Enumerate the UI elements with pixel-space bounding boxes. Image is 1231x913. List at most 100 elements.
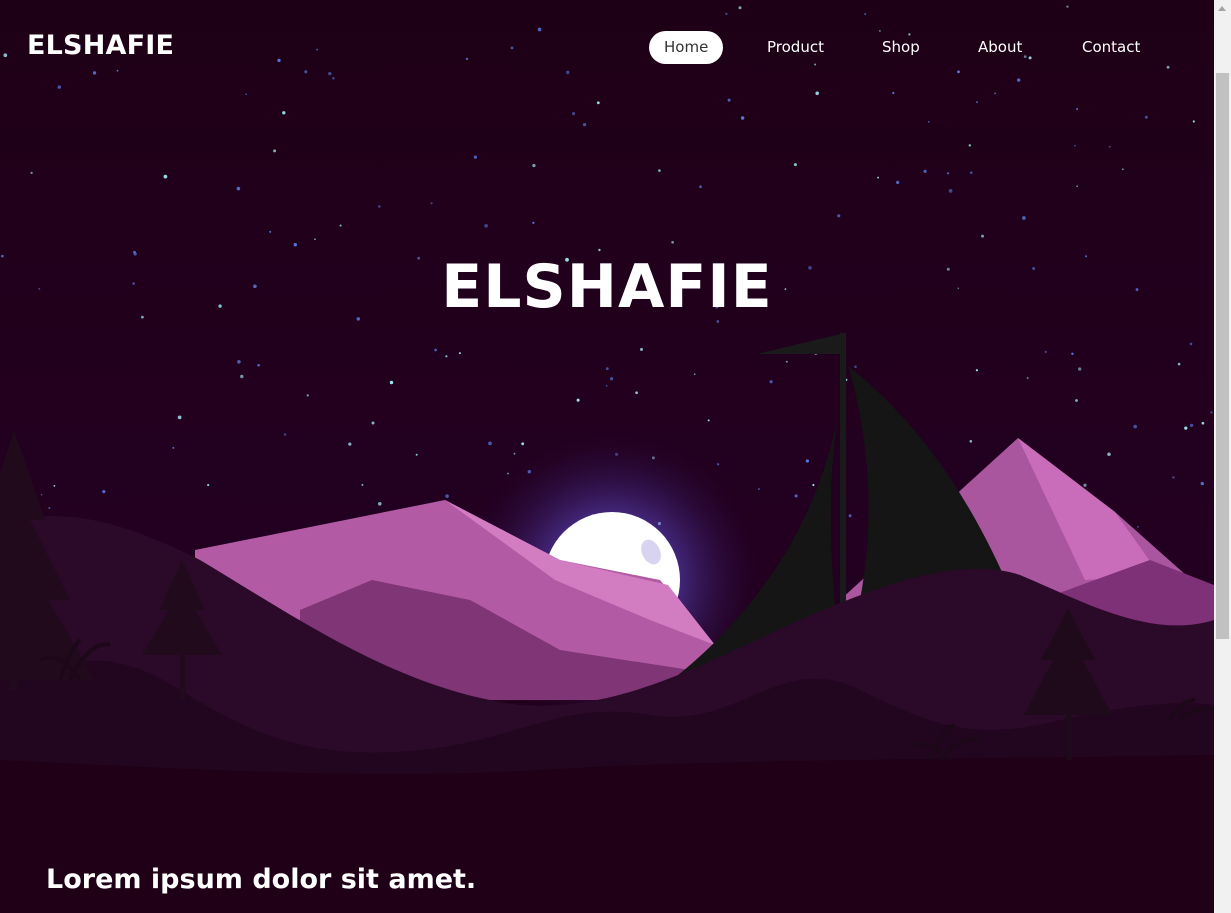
star [240, 374, 244, 379]
star [163, 174, 168, 179]
star [923, 169, 927, 173]
star [521, 442, 525, 446]
star [596, 101, 600, 105]
nav-product[interactable]: Product [752, 31, 839, 64]
star [207, 483, 210, 487]
star [877, 176, 880, 179]
site-header: ELSHAFIE Home Product Shop About Contact [0, 0, 1214, 97]
vertical-scrollbar[interactable] [1214, 0, 1231, 913]
star [671, 240, 674, 244]
star [1071, 352, 1074, 355]
star [53, 485, 56, 487]
star [445, 355, 448, 358]
scrollbar-thumb[interactable] [1216, 73, 1229, 639]
star [805, 459, 810, 463]
star [757, 487, 760, 491]
star [445, 494, 449, 498]
star [969, 171, 973, 175]
star [1172, 476, 1175, 479]
star [693, 373, 696, 376]
star [794, 494, 798, 498]
star [968, 144, 971, 147]
star [812, 483, 815, 487]
star [1026, 377, 1029, 380]
star [1078, 367, 1082, 371]
star [484, 223, 488, 228]
star [610, 377, 614, 381]
star [415, 453, 418, 456]
star [378, 205, 381, 208]
star [532, 221, 535, 224]
nav-contact[interactable]: Contact [1067, 31, 1155, 64]
star [605, 367, 609, 370]
star [1083, 483, 1087, 487]
hero-scene [0, 0, 1214, 913]
star [896, 180, 900, 185]
star [785, 360, 788, 363]
star [283, 433, 287, 436]
star [837, 214, 841, 218]
star [1044, 350, 1047, 353]
star [1074, 144, 1076, 147]
page: ELSHAFIE Home Product Shop About Contact… [0, 0, 1214, 913]
star [293, 243, 297, 247]
star [1022, 216, 1026, 220]
star [314, 238, 316, 241]
star [361, 483, 364, 486]
star [348, 442, 352, 446]
star [605, 384, 608, 387]
scroll-up-arrow-icon[interactable] [1214, 0, 1231, 17]
star [598, 248, 601, 252]
star [981, 234, 984, 238]
star [740, 116, 745, 120]
star [1189, 342, 1193, 346]
hero-title: ELSHAFIE [441, 252, 773, 322]
star [1184, 426, 1188, 430]
star [948, 189, 953, 193]
star [48, 507, 51, 509]
star [658, 169, 661, 172]
nav-about[interactable]: About [963, 31, 1037, 64]
star [639, 347, 644, 351]
star [848, 514, 852, 518]
star [389, 380, 394, 385]
star [273, 149, 277, 153]
star [269, 230, 272, 233]
star [257, 363, 260, 367]
star [793, 163, 797, 167]
star [1133, 424, 1138, 429]
nav-shop[interactable]: Shop [867, 31, 935, 64]
star [102, 489, 106, 494]
star [1210, 411, 1213, 414]
star [1075, 399, 1078, 402]
star [716, 463, 720, 466]
star [1076, 108, 1079, 110]
star [30, 171, 33, 175]
star [582, 122, 587, 127]
star [236, 186, 241, 191]
nav-home[interactable]: Home [649, 31, 724, 64]
star [1189, 423, 1194, 428]
star [488, 441, 492, 446]
star [1144, 115, 1148, 119]
star [572, 112, 576, 116]
star [377, 501, 382, 506]
star [1121, 168, 1124, 171]
star [769, 380, 773, 384]
hero-tagline: Lorem ipsum dolor sit amet. [46, 864, 477, 895]
star [707, 419, 710, 422]
star [177, 415, 182, 420]
star [513, 452, 516, 455]
star [172, 446, 175, 449]
star [727, 98, 731, 102]
star [1108, 145, 1111, 148]
star [40, 493, 43, 496]
star [434, 348, 437, 352]
star [473, 155, 478, 159]
star [306, 394, 309, 397]
boat-mast [840, 333, 846, 623]
star [946, 172, 950, 175]
star [635, 391, 638, 395]
star [237, 359, 241, 364]
brand-logo[interactable]: ELSHAFIE [27, 30, 174, 61]
